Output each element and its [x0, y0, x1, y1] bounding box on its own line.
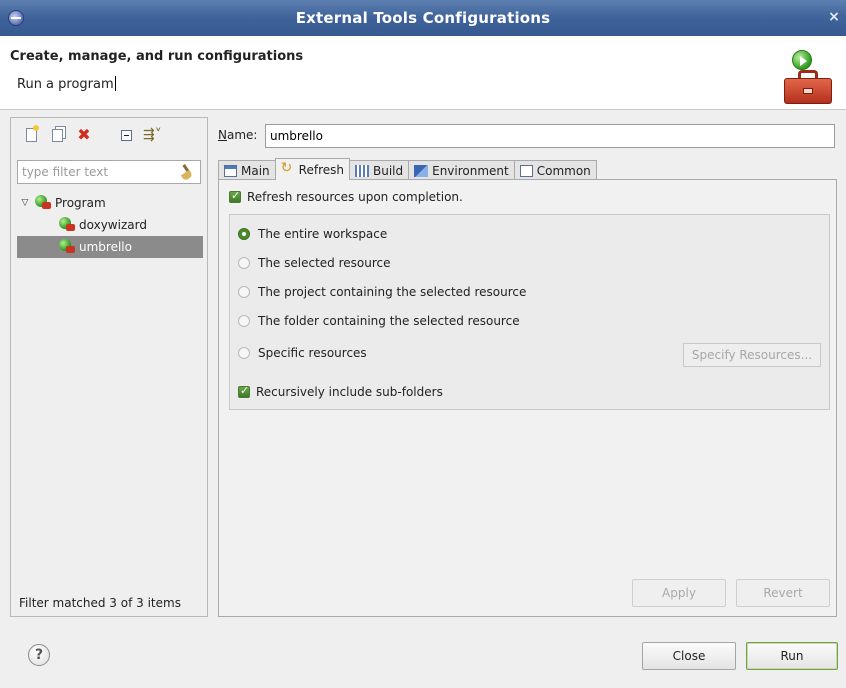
banner-title: Create, manage, and run configurations: [10, 49, 304, 64]
program-config-icon: [35, 195, 51, 211]
clear-filter-icon[interactable]: [178, 164, 194, 180]
environment-icon: [414, 164, 429, 177]
help-icon[interactable]: ?: [28, 644, 50, 666]
tab-label: Environment: [432, 163, 509, 178]
run-overlay-icon: [792, 50, 812, 70]
radio-label: The entire workspace: [258, 227, 388, 241]
tree-item-label: Program: [55, 196, 106, 210]
tab-label: Build: [372, 163, 404, 178]
revert-button[interactable]: Revert: [736, 579, 830, 607]
name-label-mnemonic: N: [218, 128, 227, 142]
tree-item-label: doxywizard: [79, 218, 147, 232]
tree-category-program[interactable]: ▽ Program: [17, 192, 203, 214]
filter-status-text: Filter matched 3 of 3 items: [19, 596, 181, 610]
program-config-icon: [59, 217, 75, 233]
tab-common[interactable]: Common: [513, 160, 597, 180]
tree-item-doxywizard[interactable]: doxywizard: [17, 214, 203, 236]
configurations-panel: ✖ ⇶˅ ▽ Program doxywizard umbrello: [10, 117, 208, 617]
checkbox-checked-icon: [229, 189, 241, 203]
refresh-icon: [281, 160, 295, 177]
delete-icon: ✖: [77, 125, 91, 144]
radio-label: The folder containing the selected resou…: [258, 314, 520, 328]
name-label: Name:: [218, 128, 257, 142]
dialog-banner: Create, manage, and run configurations R…: [0, 36, 846, 110]
radio-label: The project containing the selected reso…: [258, 285, 527, 299]
checkbox-label: Refresh resources upon completion.: [247, 190, 463, 204]
tab-main[interactable]: Main: [218, 160, 276, 180]
new-launch-config-icon: [26, 125, 39, 142]
new-configuration-button[interactable]: [23, 125, 41, 144]
filter-dropdown-icon: ⇶˅: [143, 127, 162, 143]
eclipse-icon[interactable]: [8, 10, 24, 26]
recursive-subfolders-checkbox[interactable]: Recursively include sub-folders: [238, 384, 443, 399]
radio-entire-workspace[interactable]: The entire workspace: [238, 227, 387, 241]
window-title: External Tools Configurations: [295, 9, 551, 27]
external-tools-banner-icon: [784, 50, 838, 106]
tab-build[interactable]: Build: [348, 160, 410, 180]
radio-selected-resource[interactable]: The selected resource: [238, 256, 391, 270]
text-caret: [114, 76, 116, 91]
main-tab-icon: [224, 164, 237, 177]
apply-button[interactable]: Apply: [632, 579, 726, 607]
common-tab-icon: [519, 164, 533, 177]
tab-label: Common: [536, 163, 591, 178]
collapse-all-icon: [121, 130, 132, 141]
refresh-tab-content: Refresh resources upon completion. The e…: [218, 179, 837, 617]
program-config-icon: [59, 239, 75, 255]
run-button[interactable]: Run: [746, 642, 838, 670]
tab-refresh[interactable]: Refresh: [274, 158, 350, 180]
build-icon: [354, 164, 369, 177]
checkbox-label: Recursively include sub-folders: [256, 385, 443, 399]
filter-field[interactable]: [17, 160, 201, 184]
radio-icon: [238, 315, 250, 327]
config-tabs: Main Refresh Build Environment Common: [218, 158, 597, 180]
expand-triangle-icon[interactable]: ▽: [19, 198, 31, 208]
name-label-rest: ame:: [226, 128, 258, 142]
refresh-on-completion-checkbox[interactable]: Refresh resources upon completion.: [229, 189, 463, 204]
tree-item-label: umbrello: [79, 240, 132, 254]
duplicate-configuration-button[interactable]: [49, 126, 67, 144]
radio-icon: [238, 286, 250, 298]
tab-label: Refresh: [298, 162, 344, 177]
radio-selected-icon: [238, 228, 250, 240]
radio-label: The selected resource: [258, 256, 391, 270]
filter-configurations-button[interactable]: ⇶˅: [143, 126, 162, 144]
radio-specific-resources[interactable]: Specific resources: [238, 346, 367, 360]
radio-label: Specific resources: [258, 346, 367, 360]
name-field[interactable]: [265, 124, 835, 148]
radio-icon: [238, 347, 250, 359]
title-bar: External Tools Configurations ×: [0, 0, 846, 36]
configurations-tree: ▽ Program doxywizard umbrello: [17, 192, 203, 258]
specify-resources-button[interactable]: Specify Resources...: [683, 343, 821, 367]
toolbox-latch: [803, 88, 813, 94]
tree-item-umbrello[interactable]: umbrello: [17, 236, 203, 258]
banner-message-wrap: Run a program: [17, 76, 116, 92]
close-icon[interactable]: ×: [828, 9, 840, 25]
delete-configuration-button[interactable]: ✖: [75, 126, 93, 144]
duplicate-icon: [52, 129, 63, 142]
filter-input[interactable]: [18, 162, 168, 182]
configurations-toolbar: ✖ ⇶˅: [15, 122, 203, 148]
radio-folder-containing[interactable]: The folder containing the selected resou…: [238, 314, 520, 328]
banner-message: Run a program: [17, 77, 114, 92]
external-tools-dialog: External Tools Configurations × Create, …: [0, 0, 846, 688]
tab-label: Main: [241, 163, 270, 178]
close-button[interactable]: Close: [642, 642, 736, 670]
refresh-scope-group: The entire workspace The selected resour…: [229, 214, 830, 410]
collapse-all-button[interactable]: [117, 126, 135, 144]
checkbox-checked-icon: [238, 384, 250, 398]
radio-icon: [238, 257, 250, 269]
radio-project-containing[interactable]: The project containing the selected reso…: [238, 285, 526, 299]
tab-environment[interactable]: Environment: [408, 160, 515, 180]
